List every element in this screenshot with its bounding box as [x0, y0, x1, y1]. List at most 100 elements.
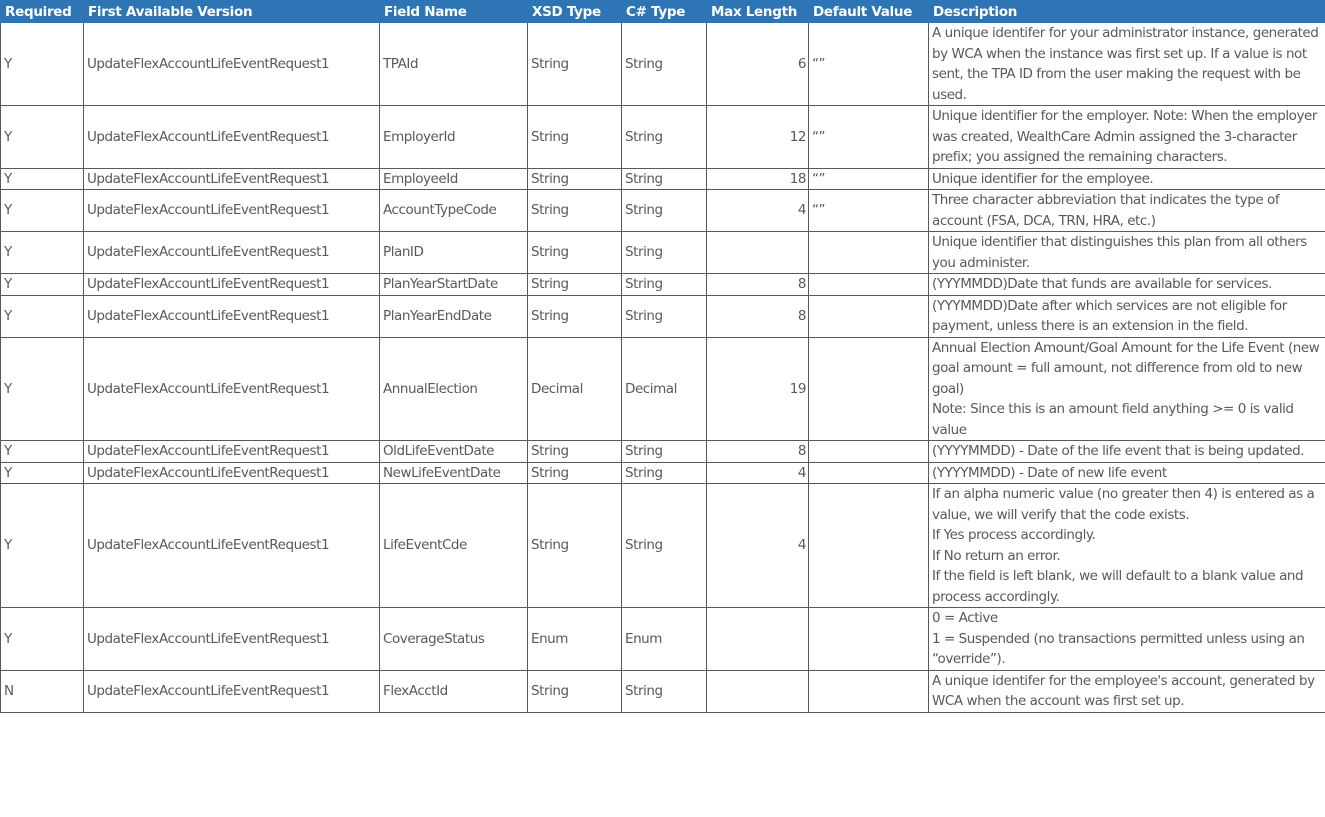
header-row: Required First Available Version Field N… [0, 0, 1325, 23]
cell-max-length: 8 [706, 273, 809, 296]
cell-required: Y [0, 189, 84, 232]
cell-required: N [0, 669, 84, 713]
description-line: A unique identifer for your administrato… [932, 25, 1319, 103]
cell-csharp-type: String [621, 189, 707, 232]
cell-xsd-type: String [527, 273, 622, 296]
cell-description: (YYYMMDD)Date that funds are available f… [928, 273, 1325, 296]
table-row: Y UpdateFlexAccountLifeEventRequest1 Emplo… [0, 167, 1325, 190]
cell-field-name: LifeEventCde [379, 483, 528, 608]
table-body: Y UpdateFlexAccountLifeEventRequest1 TPAId… [0, 22, 1325, 713]
cell-description: A unique identifer for the employee's ac… [928, 669, 1325, 713]
cell-default-value [808, 294, 929, 338]
cell-default-value [808, 483, 929, 608]
description-line: 1 = Suspended (no transactions permitted… [932, 630, 1305, 668]
cell-xsd-type: String [527, 294, 622, 338]
header-description: Description [928, 0, 1325, 23]
cell-csharp-type: String [621, 22, 707, 106]
cell-max-length: 6 [706, 22, 809, 106]
cell-max-length: 12 [706, 105, 809, 169]
description-line: Unique identifier for the employer. Note… [932, 108, 1317, 165]
cell-first-available-version: UpdateFlexAccountLifeEventRequest1 [83, 167, 380, 190]
description-line: (YYYMMDD)Date that funds are available f… [932, 276, 1272, 292]
header-default-value: Default Value [808, 0, 929, 23]
cell-required: Y [0, 105, 84, 169]
cell-csharp-type: String [621, 440, 707, 463]
cell-description: Unique identifier for the employee. [928, 167, 1325, 190]
cell-max-length: 4 [706, 461, 809, 484]
cell-first-available-version: UpdateFlexAccountLifeEventRequest1 [83, 189, 380, 232]
cell-first-available-version: UpdateFlexAccountLifeEventRequest1 [83, 336, 380, 441]
cell-default-value [808, 440, 929, 463]
cell-csharp-type: String [621, 461, 707, 484]
table-row: Y UpdateFlexAccountLifeEventRequest1 PlanI… [0, 231, 1325, 274]
cell-xsd-type: Enum [527, 607, 622, 671]
cell-field-name: EmployeeId [379, 167, 528, 190]
cell-field-name: AnnualElection [379, 336, 528, 441]
cell-first-available-version: UpdateFlexAccountLifeEventRequest1 [83, 440, 380, 463]
cell-field-name: AccountTypeCode [379, 189, 528, 232]
cell-required: Y [0, 294, 84, 338]
cell-description: Unique identifier that distinguishes thi… [928, 231, 1325, 274]
cell-xsd-type: String [527, 189, 622, 232]
header-xsd-type: XSD Type [527, 0, 622, 23]
description-line: If No return an error. [932, 547, 1061, 564]
cell-xsd-type: String [527, 440, 622, 463]
header-first-available-version: First Available Version [83, 0, 380, 23]
table-row: Y UpdateFlexAccountLifeEventRequest1 PlanY… [0, 273, 1325, 296]
cell-xsd-type: String [527, 669, 622, 713]
table-row: Y UpdateFlexAccountLifeEventRequest1 Annua… [0, 336, 1325, 441]
cell-max-length: 19 [706, 336, 809, 441]
cell-field-name: PlanYearEndDate [379, 294, 528, 338]
cell-max-length: 4 [706, 483, 809, 608]
cell-default-value: “” [808, 105, 929, 169]
cell-default-value [808, 336, 929, 441]
cell-required: Y [0, 22, 84, 106]
cell-default-value [808, 231, 929, 274]
description-line: If Yes process accordingly. [932, 527, 1096, 543]
cell-first-available-version: UpdateFlexAccountLifeEventRequest1 [83, 273, 380, 296]
description-line: 0 = Active [932, 610, 998, 626]
cell-description: Annual Election Amount/Goal Amount for t… [928, 336, 1325, 441]
cell-description: 0 = Active 1 = Suspended (no transactions… [928, 607, 1325, 671]
cell-required: Y [0, 167, 84, 190]
description-line: (YYYMMDD)Date after which services are n… [932, 297, 1287, 335]
cell-max-length: 8 [706, 294, 809, 338]
cell-field-name: EmployerId [379, 105, 528, 169]
cell-first-available-version: UpdateFlexAccountLifeEventRequest1 [83, 105, 380, 169]
cell-csharp-type: String [621, 105, 707, 169]
cell-description: Three character abbreviation that indica… [928, 189, 1325, 232]
cell-default-value [808, 607, 929, 671]
cell-first-available-version: UpdateFlexAccountLifeEventRequest1 [83, 294, 380, 338]
table-row: Y UpdateFlexAccountLifeEventRequest1 TPAId… [0, 22, 1325, 106]
description-line: Unique identifier for the employee. [932, 170, 1154, 187]
table-row: Y UpdateFlexAccountLifeEventRequest1 Accou… [0, 189, 1325, 232]
cell-required: Y [0, 336, 84, 441]
cell-description: A unique identifer for your administrato… [928, 22, 1325, 106]
description-line: (YYYYMMDD) - Date of new life event [932, 464, 1167, 481]
cell-description: (YYYYMMDD) - Date of new life event [928, 461, 1325, 484]
description-line: Annual Election Amount/Goal Amount for t… [932, 339, 1320, 397]
cell-required: Y [0, 461, 84, 484]
cell-csharp-type: Decimal [621, 336, 707, 441]
cell-default-value: “” [808, 22, 929, 106]
description-line: (YYYYMMDD) - Date of the life event that… [932, 443, 1305, 459]
cell-field-name: TPAId [379, 22, 528, 106]
cell-default-value: “” [808, 167, 929, 190]
cell-max-length [706, 669, 809, 713]
header-required: Required [0, 0, 84, 23]
cell-max-length: 4 [706, 189, 809, 232]
cell-field-name: PlanID [379, 231, 528, 274]
cell-required: Y [0, 607, 84, 671]
cell-default-value [808, 461, 929, 484]
cell-default-value [808, 669, 929, 713]
cell-xsd-type: String [527, 167, 622, 190]
cell-description: If an alpha numeric value (no greater th… [928, 483, 1325, 608]
cell-field-name: PlanYearStartDate [379, 273, 528, 296]
cell-xsd-type: String [527, 22, 622, 106]
cell-max-length: 8 [706, 440, 809, 463]
cell-field-name: OldLifeEventDate [379, 440, 528, 463]
cell-default-value: “” [808, 189, 929, 232]
cell-csharp-type: String [621, 294, 707, 338]
field-spec-table: Required First Available Version Field N… [0, 0, 1325, 713]
cell-description: Unique identifier for the employer. Note… [928, 105, 1325, 169]
